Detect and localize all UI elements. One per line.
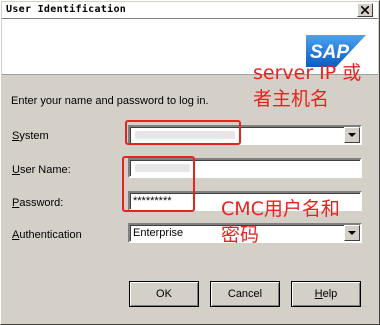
system-label: System bbox=[12, 130, 49, 142]
server-annotation-line1: server IP 或 bbox=[253, 62, 362, 84]
close-icon bbox=[361, 6, 369, 14]
cancel-button[interactable]: Cancel bbox=[210, 281, 280, 307]
chevron-down-icon bbox=[348, 231, 356, 235]
system-dropdown-button[interactable] bbox=[344, 127, 360, 143]
title-bar: User Identification bbox=[2, 2, 378, 19]
user-identification-dialog: User Identification SAP Enter your name … bbox=[0, 0, 380, 325]
cmc-annotation-line2: 密码 bbox=[221, 224, 260, 246]
window-title: User Identification bbox=[6, 4, 127, 15]
cmc-annotation-line1: CMC用户名和 bbox=[221, 198, 340, 220]
svg-text:SAP: SAP bbox=[310, 42, 349, 63]
password-label: Password: bbox=[12, 197, 64, 209]
authentication-value: Enterprise bbox=[133, 227, 184, 239]
system-highlight-box bbox=[125, 120, 241, 145]
close-button[interactable] bbox=[357, 3, 373, 17]
ok-button[interactable]: OK bbox=[129, 281, 199, 307]
authentication-label: Authentication bbox=[12, 229, 82, 241]
username-label: User Name: bbox=[12, 164, 71, 176]
chevron-down-icon bbox=[348, 133, 356, 137]
help-button[interactable]: Help bbox=[291, 281, 361, 307]
server-annotation-line2: 者主机名 bbox=[253, 88, 330, 110]
login-prompt: Enter your name and password to log in. bbox=[11, 95, 209, 107]
authentication-dropdown-button[interactable] bbox=[344, 225, 360, 241]
credentials-highlight-box bbox=[122, 156, 195, 212]
